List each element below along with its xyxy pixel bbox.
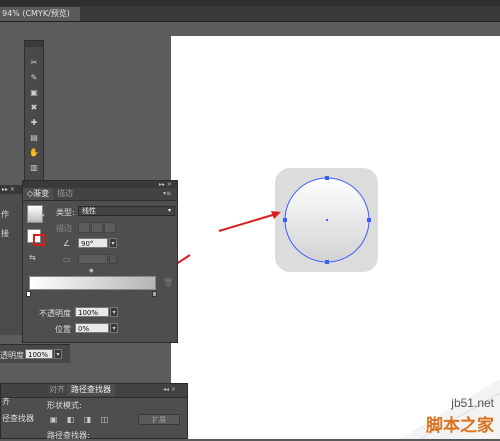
- intersect-icon[interactable]: ◨: [83, 415, 92, 424]
- watermark-brand: 脚本之家: [426, 416, 494, 435]
- left-tab-label: 齐: [2, 397, 10, 406]
- warp-tool-icon[interactable]: ✖: [29, 104, 39, 112]
- pathfinders-label: 路径查找器:: [47, 431, 90, 440]
- tools-panel-header: [25, 41, 43, 47]
- tab-pathfinder[interactable]: 路径查找器: [67, 384, 115, 396]
- symbol-sprayer-icon[interactable]: ✎: [29, 74, 39, 82]
- panel-controls[interactable]: ▸▸ ×: [159, 181, 172, 188]
- tab-align[interactable]: 对齐: [45, 384, 69, 396]
- opacity-field[interactable]: 100%: [75, 307, 109, 317]
- gradient-slider[interactable]: [29, 276, 156, 290]
- graph-tool-icon[interactable]: ▥: [29, 164, 39, 172]
- shape-builder-icon[interactable]: ✚: [29, 119, 39, 127]
- actions-panel-header: ▸▸ ×: [0, 185, 22, 194]
- type-value: 线性: [82, 207, 96, 215]
- minus-front-icon[interactable]: ◧: [66, 415, 75, 424]
- aspect-ratio-field: [78, 254, 108, 264]
- pathfinder-panel: 对齐 路径查找器 ◂◂ × 齐 径查找器 形状模式: ▣ ◧ ◨ ◫ 扩展 路径…: [0, 383, 188, 440]
- annotation-arrow-1: [218, 213, 277, 232]
- actions-item[interactable]: 作: [1, 209, 9, 220]
- stroke-icon[interactable]: [33, 234, 45, 246]
- angle-icon: ∠: [63, 239, 71, 248]
- position-field[interactable]: 0%: [75, 323, 109, 333]
- gradient-stop-gray[interactable]: [152, 291, 157, 297]
- chevron-down-icon: ▾: [167, 207, 171, 214]
- expand-button[interactable]: 扩展: [138, 414, 180, 425]
- tools-panel: ✂ ✎ ▣ ✖ ✚ ▤ ✋ ▥: [24, 40, 44, 188]
- hand-tool-icon[interactable]: ✋: [29, 149, 39, 157]
- left-pathfinder-label: 径查找器: [2, 414, 34, 423]
- exclude-icon[interactable]: ◫: [100, 415, 109, 424]
- reverse-gradient-icon[interactable]: ⇆: [29, 253, 36, 262]
- type-label: 类型:: [56, 208, 75, 217]
- transparency-dropdown-icon[interactable]: ▾: [54, 349, 62, 359]
- gradient-panel-titlebar: [23, 181, 177, 188]
- shape-modes-label: 形状模式:: [47, 401, 82, 410]
- unite-icon[interactable]: ▣: [49, 415, 58, 424]
- swatch-dropdown-icon[interactable]: ▾: [42, 213, 46, 219]
- aspect-dropdown-icon: [109, 254, 117, 264]
- opacity-label: 不透明度: [39, 309, 71, 318]
- slice-tool-icon[interactable]: ▤: [29, 134, 39, 142]
- stroke-label: 描边: [56, 224, 72, 233]
- links-item[interactable]: 接: [1, 228, 9, 239]
- blend-tool-icon[interactable]: ✂: [29, 59, 39, 67]
- position-dropdown-icon[interactable]: ▾: [110, 323, 118, 333]
- angle-field[interactable]: 90°: [78, 238, 108, 248]
- panel-controls[interactable]: ◂◂ ×: [163, 386, 176, 393]
- gradient-panel-tabs: ◇渐变 描边 ▾≡: [23, 188, 177, 201]
- anchor-point-right[interactable]: [367, 218, 371, 222]
- anchor-point-top[interactable]: [325, 176, 329, 180]
- artboard-tool-icon[interactable]: ▣: [29, 89, 39, 97]
- stroke-across-icon: [104, 222, 116, 233]
- anchor-point-bottom[interactable]: [325, 260, 329, 264]
- delete-stop-icon[interactable]: 🗑: [163, 278, 173, 287]
- panel-menu-icon[interactable]: ▾≡: [163, 190, 171, 197]
- tab-gradient[interactable]: ◇渐变: [23, 188, 54, 200]
- transparency-field[interactable]: 100%: [25, 349, 53, 359]
- stroke-within-icon: [78, 222, 90, 233]
- aspect-ratio-icon: ▭: [63, 255, 71, 264]
- center-point: [326, 219, 328, 221]
- watermark-site: jb51.net: [451, 396, 494, 410]
- position-label: 位置: [55, 325, 71, 334]
- actions-panel-fragment: ▸▸ × 作 接: [0, 185, 23, 335]
- gradient-stop-white[interactable]: [26, 291, 31, 297]
- tab-stroke[interactable]: 描边: [53, 188, 77, 200]
- transparency-label: 透明度: [0, 351, 24, 360]
- gradient-swatch[interactable]: [27, 205, 43, 223]
- stroke-along-icon: [91, 222, 103, 233]
- angle-dropdown-icon[interactable]: ▾: [109, 238, 117, 248]
- midpoint-diamond-icon[interactable]: ◆: [89, 267, 94, 274]
- gradient-panel: ▸▸ × ◇渐变 描边 ▾≡ ▾ ⇆ 类型: 线性 ▾ 描边 ∠ 90° ▾ ▭…: [22, 180, 178, 343]
- pathfinder-panel-tabs: 对齐 路径查找器 ◂◂ ×: [1, 384, 187, 398]
- anchor-point-left[interactable]: [283, 218, 287, 222]
- type-select[interactable]: 线性 ▾: [78, 206, 175, 216]
- opacity-dropdown-icon[interactable]: ▾: [110, 307, 118, 317]
- transparency-strip: 透明度 100% ▾: [0, 344, 70, 363]
